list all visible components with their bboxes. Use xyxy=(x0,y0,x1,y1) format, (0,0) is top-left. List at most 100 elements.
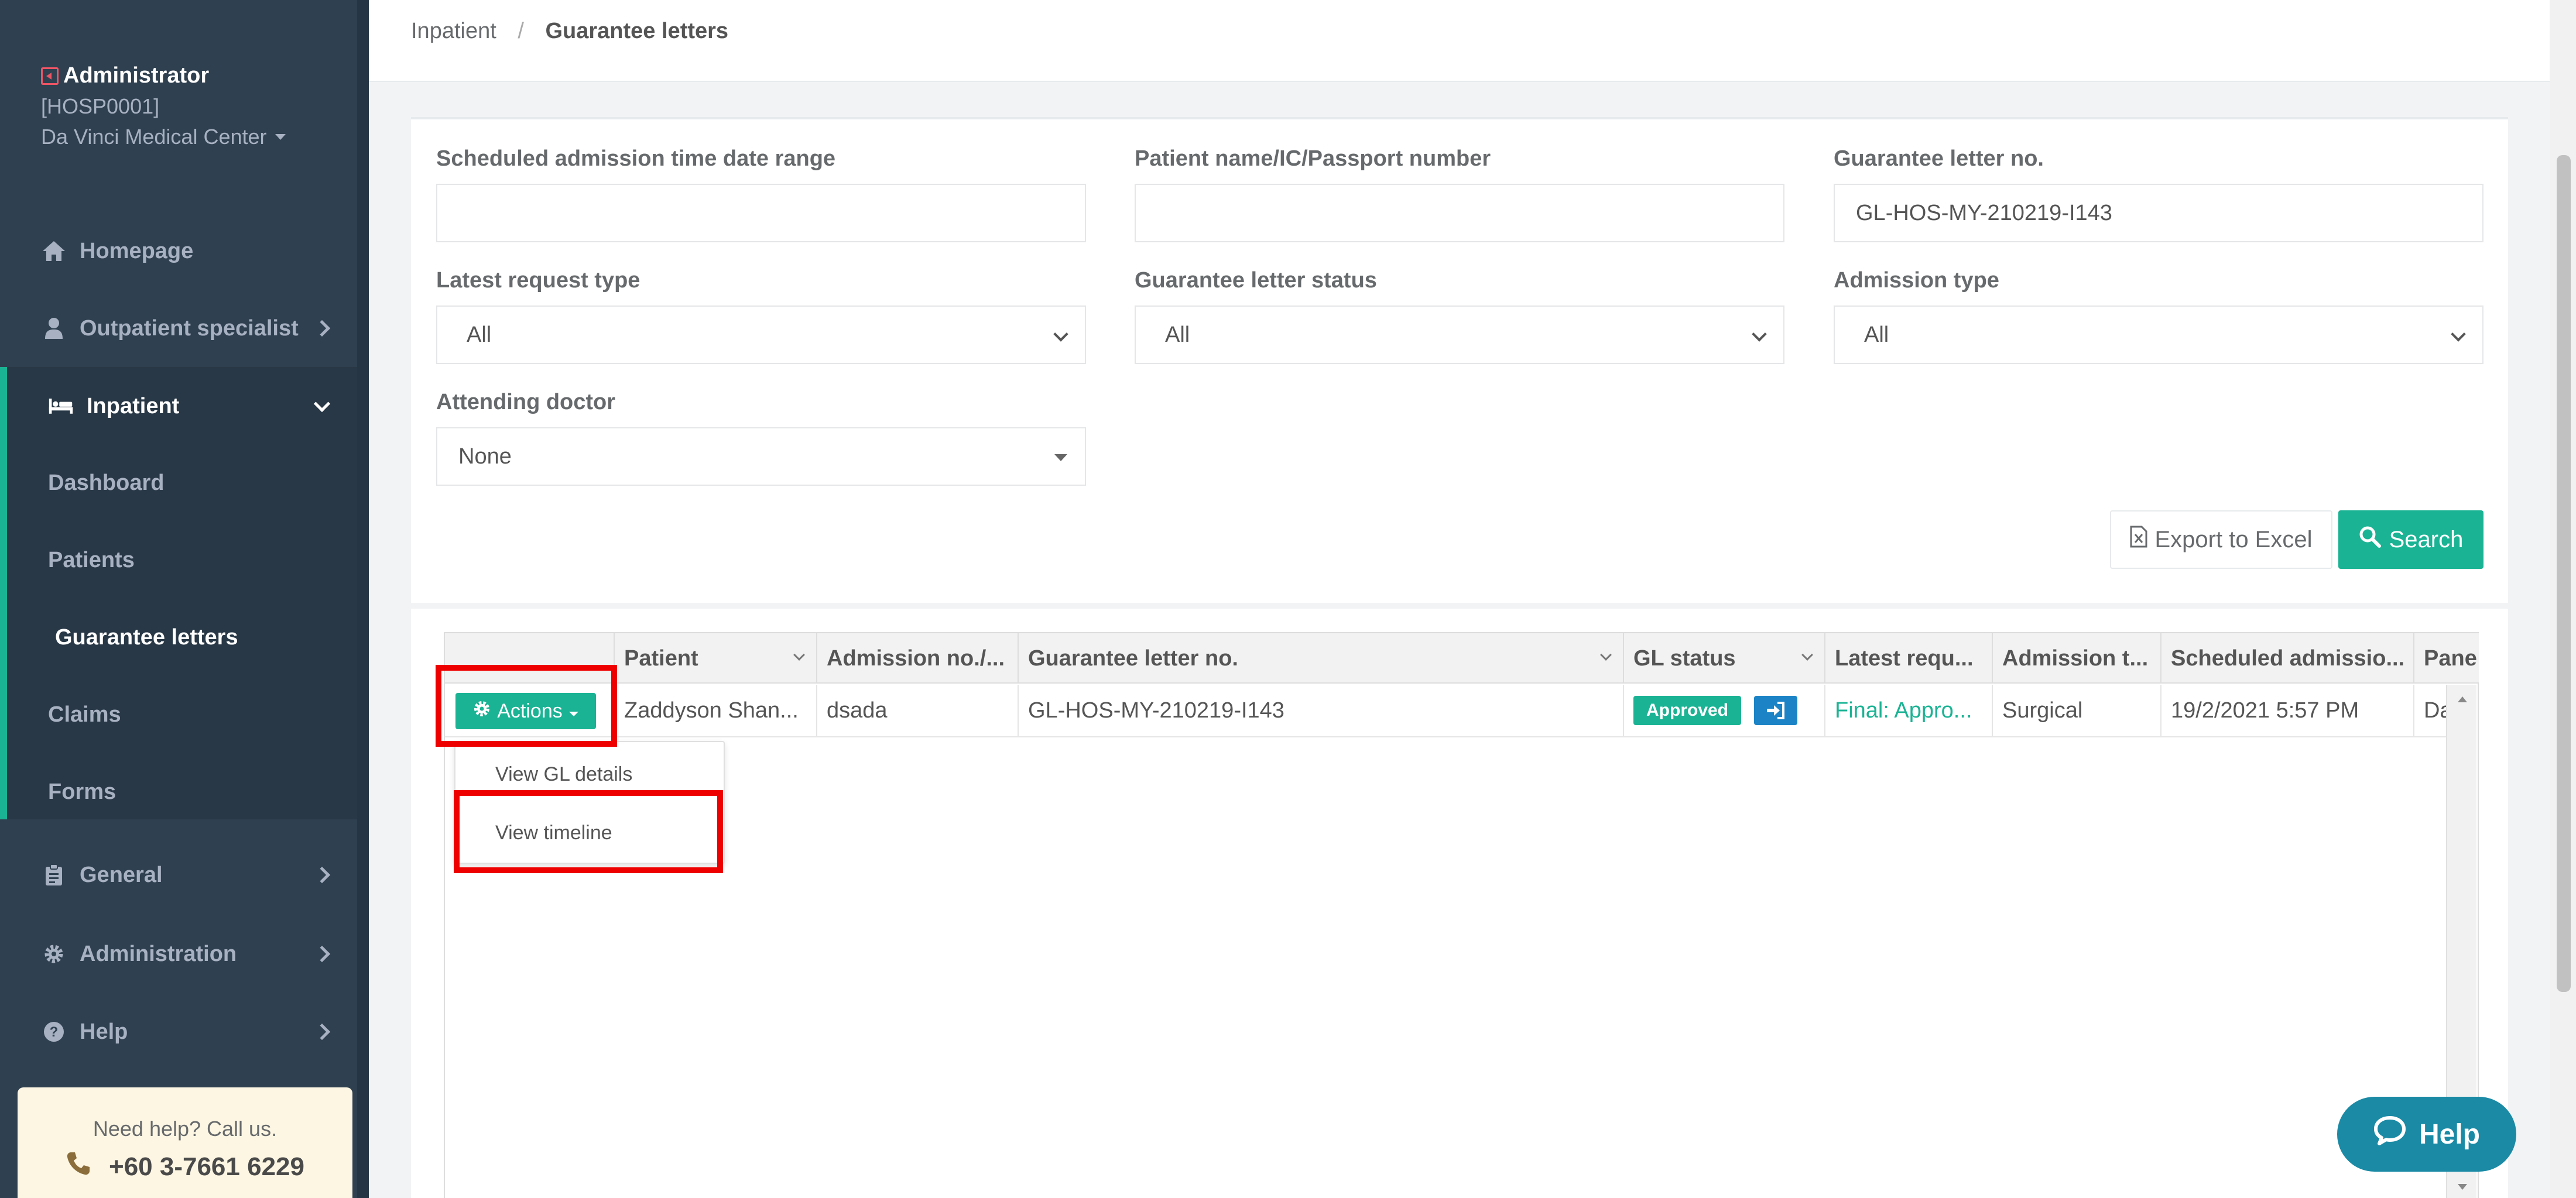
sidebar-item-outpatient[interactable]: Outpatient specialist xyxy=(0,289,357,368)
chevron-right-icon xyxy=(313,320,331,337)
profile-block: Administrator [HOSP0001] Da Vinci Medica… xyxy=(41,63,286,149)
column-header-label: Guarantee letter no. xyxy=(1028,646,1238,671)
submenu-dashboard[interactable]: Dashboard xyxy=(48,471,164,496)
scroll-up-icon[interactable] xyxy=(2447,688,2478,712)
logout-icon[interactable] xyxy=(41,67,59,85)
sidebar-item-label: General xyxy=(80,862,163,887)
cell-latest-request[interactable]: Final: Appro... xyxy=(1825,685,1993,737)
sidebar-item-homepage[interactable]: Homepage xyxy=(0,212,357,290)
hospital-name: Da Vinci Medical Center xyxy=(41,125,267,149)
search-label: Search xyxy=(2389,526,2464,552)
date-range-label: Scheduled admission time date range xyxy=(436,146,836,171)
submenu-guarantee-letters[interactable]: Guarantee letters xyxy=(55,625,238,650)
chevron-down-icon xyxy=(2451,327,2466,342)
clipboard-icon xyxy=(41,864,67,886)
patient-search-label: Patient name/IC/Passport number xyxy=(1135,146,1491,171)
sidebar-item-label: Homepage xyxy=(80,238,194,263)
column-header-label: Latest requ... xyxy=(1835,646,1974,671)
column-header-gl-status[interactable]: GL status xyxy=(1624,633,1825,684)
chevron-down-icon xyxy=(1053,327,1068,342)
column-header-admission-type[interactable]: Admission t... xyxy=(1993,633,2161,684)
chevron-down-icon[interactable] xyxy=(1600,649,1612,661)
page-scrollbar-thumb[interactable] xyxy=(2557,155,2571,992)
help-callout-text: Need help? Call us. xyxy=(93,1117,278,1141)
breadcrumb-parent[interactable]: Inpatient xyxy=(411,19,496,43)
chevron-down-icon[interactable] xyxy=(793,649,805,661)
status-badge: Approved xyxy=(1633,696,1742,725)
chevron-right-icon xyxy=(313,1023,331,1041)
gl-status-select[interactable]: All xyxy=(1135,305,1784,364)
column-header-gl-no[interactable]: Guarantee letter no. xyxy=(1019,633,1624,684)
column-header-label: Admission t... xyxy=(2002,646,2149,671)
cell-gl-no: GL-HOS-MY-210219-I143 xyxy=(1019,685,1624,737)
caret-down-icon xyxy=(1054,454,1067,461)
gear-icon xyxy=(41,943,67,965)
request-type-value: All xyxy=(467,322,492,347)
svg-text:?: ? xyxy=(50,1024,59,1040)
export-excel-label: Export to Excel xyxy=(2154,526,2313,552)
cell-scheduled: 19/2/2021 5:57 PM xyxy=(2161,685,2414,737)
help-callout: Need help? Call us. +60 3-7661 6229 xyxy=(18,1087,352,1198)
column-header-label: Pane xyxy=(2424,646,2477,671)
chevron-down-icon[interactable] xyxy=(1801,649,1813,661)
caret-down-icon xyxy=(275,134,286,140)
column-header-latest-request[interactable]: Latest requ... xyxy=(1825,633,1993,684)
search-button[interactable]: Search xyxy=(2338,510,2483,569)
menu-item-view-gl-details[interactable]: View GL details xyxy=(495,763,632,786)
grid-header: Patient Admission no./... Guarantee lett… xyxy=(445,633,2479,684)
highlight-box-actions xyxy=(436,665,617,747)
date-range-input[interactable] xyxy=(436,184,1086,242)
cell-patient: Zaddyson Shan... xyxy=(615,685,817,737)
column-header-label: Patient xyxy=(624,646,698,671)
cell-gl-status: Approved xyxy=(1624,685,1825,737)
help-chat-label: Help xyxy=(2419,1118,2480,1150)
gl-status-value: All xyxy=(1165,322,1190,347)
column-header-label: Scheduled admissio... xyxy=(2171,646,2405,671)
sidebar-item-administration[interactable]: Administration xyxy=(0,915,357,993)
sidebar-item-general[interactable]: General xyxy=(0,836,357,914)
hospital-switcher[interactable]: Da Vinci Medical Center xyxy=(41,125,286,149)
attending-doctor-select[interactable]: None xyxy=(436,427,1086,486)
sidebar-item-inpatient[interactable]: Inpatient xyxy=(0,367,357,445)
user-md-icon xyxy=(41,317,67,339)
column-header-scheduled[interactable]: Scheduled admissio... xyxy=(2161,633,2414,684)
top-bar: Inpatient / Guarantee letters xyxy=(369,0,2550,82)
export-excel-button[interactable]: Export to Excel xyxy=(2110,510,2332,569)
submenu-claims[interactable]: Claims xyxy=(48,702,121,727)
sidebar-item-label: Administration xyxy=(80,941,237,966)
help-phone[interactable]: +60 3-7661 6229 xyxy=(18,1151,352,1183)
column-header-patient[interactable]: Patient xyxy=(615,633,817,684)
gl-status-label: Guarantee letter status xyxy=(1135,268,1377,293)
sidebar-item-label: Outpatient specialist xyxy=(80,315,299,341)
request-type-label: Latest request type xyxy=(436,268,640,293)
submenu-patients[interactable]: Patients xyxy=(48,548,135,573)
column-header-admission-no[interactable]: Admission no./... xyxy=(817,633,1019,684)
user-name-label: Administrator xyxy=(63,63,210,88)
breadcrumb: Inpatient / Guarantee letters xyxy=(411,19,728,44)
sidebar-item-label: Inpatient xyxy=(87,393,180,418)
column-header-panel[interactable]: Pane xyxy=(2414,633,2479,684)
attending-doctor-value: None xyxy=(458,444,512,469)
admission-type-select[interactable]: All xyxy=(1834,305,2483,364)
sidebar-item-help[interactable]: ? Help xyxy=(0,993,357,1071)
column-header-label: GL status xyxy=(1633,646,1736,671)
admission-type-label: Admission type xyxy=(1834,268,1999,293)
search-icon xyxy=(2359,526,2381,554)
bed-icon xyxy=(48,397,74,416)
sign-in-icon[interactable] xyxy=(1754,696,1798,725)
request-type-select[interactable]: All xyxy=(436,305,1086,364)
highlight-box-view-timeline xyxy=(454,790,723,873)
chevron-right-icon xyxy=(313,866,331,884)
gl-number-input[interactable]: GL-HOS-MY-210219-I143 xyxy=(1834,184,2483,242)
page-scrollbar[interactable] xyxy=(2550,0,2576,1198)
help-chat-button[interactable]: Help xyxy=(2337,1097,2516,1172)
question-circle-icon: ? xyxy=(41,1021,67,1043)
home-icon xyxy=(41,240,67,262)
breadcrumb-current: Guarantee letters xyxy=(545,19,729,43)
sidebar-item-label: Help xyxy=(80,1019,128,1044)
scroll-down-icon[interactable] xyxy=(2447,1175,2478,1198)
patient-search-input[interactable] xyxy=(1135,184,1784,242)
user-name[interactable]: Administrator xyxy=(41,63,286,88)
submenu-forms[interactable]: Forms xyxy=(48,780,116,805)
breadcrumb-separator: / xyxy=(518,19,524,43)
